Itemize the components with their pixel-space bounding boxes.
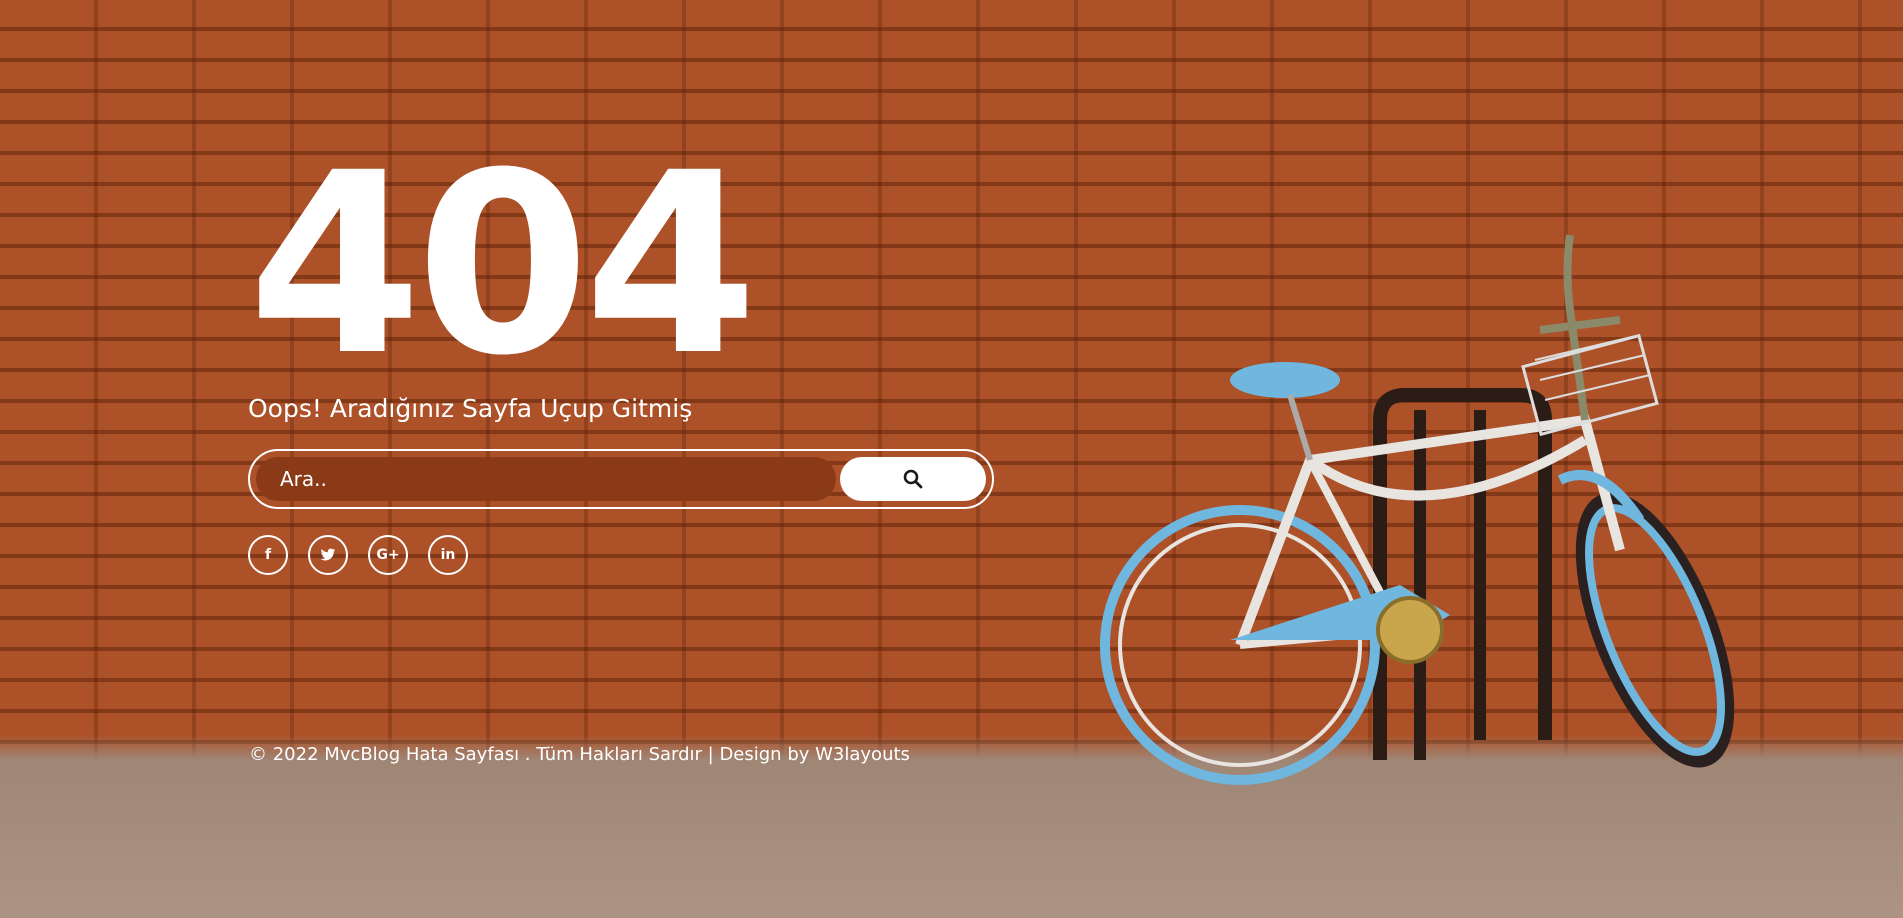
google-plus-link[interactable]: G+ [368,535,408,575]
error-subtitle: Oops! Aradığınız Sayfa Uçup Gitmiş [248,394,693,423]
google-plus-icon: G+ [376,547,400,563]
bicycle-illustration [1100,234,1735,785]
footer: © 2022 MvcBlog Hata Sayfası . Tüm Haklar… [249,744,910,765]
search-icon [903,469,923,489]
linkedin-icon: in [440,547,456,563]
error-content: 404 Oops! Aradığınız Sayfa Uçup Gitmiş f… [248,119,1048,575]
error-code: 404 [248,119,758,410]
linkedin-link[interactable]: in [428,535,468,575]
search-button[interactable] [840,457,986,501]
facebook-icon: f [264,547,272,563]
footer-copyright: © 2022 MvcBlog Hata Sayfası . Tüm Haklar… [249,744,816,765]
search-input[interactable] [256,457,836,501]
facebook-link[interactable]: f [248,535,288,575]
search-form [248,449,994,509]
twitter-icon [320,548,336,561]
twitter-link[interactable] [308,535,348,575]
footer-design-link[interactable]: W3layouts [815,744,910,765]
social-links: f G+ in [248,535,1048,575]
